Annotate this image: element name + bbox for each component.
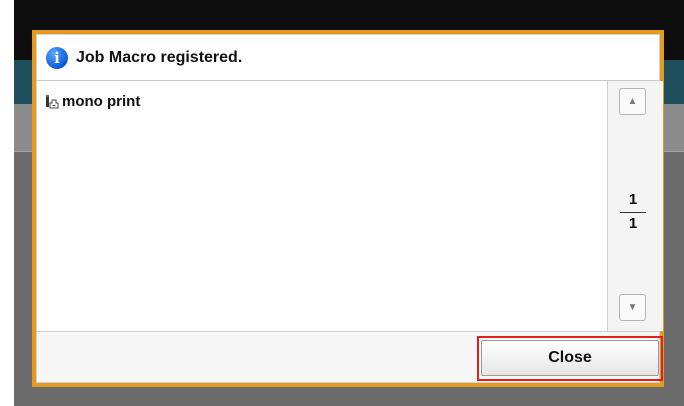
scroll-up-button[interactable]: ▲ xyxy=(619,88,646,115)
pager-column: ▲ 1 1 ▼ xyxy=(608,81,663,331)
info-icon: i xyxy=(46,46,68,69)
total-pages: 1 xyxy=(628,215,638,232)
triangle-down-icon: ▼ xyxy=(627,302,638,313)
page-divider xyxy=(620,212,646,213)
job-macro-icon xyxy=(45,94,59,109)
dialog-body: i Job Macro registered. mono print ▲ 1 1… xyxy=(36,34,663,383)
current-page: 1 xyxy=(628,191,638,208)
close-button[interactable]: Close xyxy=(481,340,659,376)
job-macro-dialog: i Job Macro registered. mono print ▲ 1 1… xyxy=(32,30,664,387)
dialog-title: Job Macro registered. xyxy=(76,48,243,66)
dialog-footer: Close xyxy=(37,331,663,382)
list-item[interactable]: mono print xyxy=(45,93,140,110)
triangle-up-icon: ▲ xyxy=(627,96,638,107)
scroll-down-button[interactable]: ▼ xyxy=(619,294,646,321)
macro-list: mono print xyxy=(37,81,608,331)
device-screen: i Job Macro registered. mono print ▲ 1 1… xyxy=(14,0,684,406)
dialog-header: i Job Macro registered. xyxy=(37,35,659,81)
list-item-label: mono print xyxy=(62,93,141,110)
